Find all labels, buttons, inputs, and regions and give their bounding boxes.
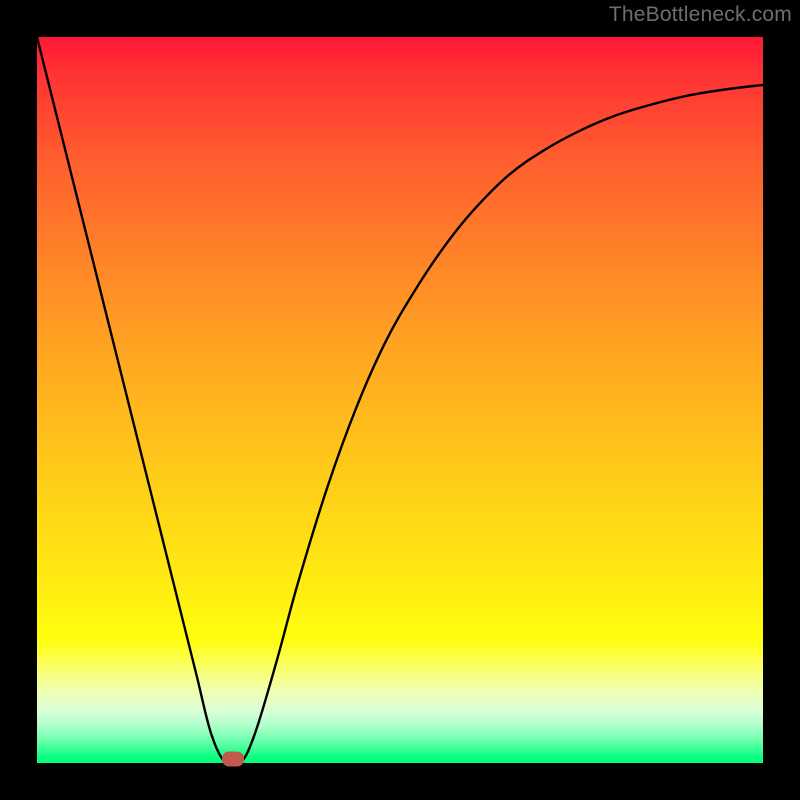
plot-area (37, 37, 763, 763)
watermark-text: TheBottleneck.com (609, 3, 792, 27)
chart-frame (0, 0, 800, 800)
bottleneck-curve (37, 37, 763, 763)
optimal-point-marker (222, 751, 244, 766)
curve-svg (37, 37, 763, 763)
